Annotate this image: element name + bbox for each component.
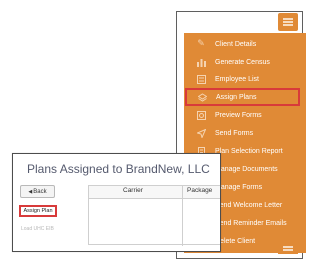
back-button[interactable]: ◀ Back <box>20 185 55 198</box>
menu-item-label: Send Welcome Letter <box>215 201 283 209</box>
menu-item-label: Employee List <box>215 75 259 83</box>
menu-item-label: Manage Forms <box>215 183 263 191</box>
send-icon <box>196 128 206 138</box>
menu-item-label: Preview Forms <box>215 111 262 119</box>
list-icon <box>196 74 206 84</box>
menu-item-generate-census[interactable]: Generate Census <box>184 53 306 71</box>
menu-item-send-forms[interactable]: Send Forms <box>184 124 306 142</box>
menu-item-label: Send Reminder Emails <box>215 219 287 227</box>
hamburger-icon <box>283 17 293 27</box>
menu-item-label: Plan Selection Report <box>215 147 283 155</box>
menu-item-label: Manage Documents <box>215 165 278 173</box>
menu-item-label: Send Forms <box>215 129 254 137</box>
column-header-package[interactable]: Package <box>187 187 212 194</box>
menu-toggle-button[interactable] <box>278 13 298 31</box>
load-eib-link[interactable]: Load UHC EIB <box>21 226 54 232</box>
column-divider <box>182 186 183 246</box>
plans-table: Carrier Package <box>88 185 220 246</box>
plans-panel: Plans Assigned to BrandNew, LLC ◀ Back A… <box>12 153 221 252</box>
page-title: Plans Assigned to BrandNew, LLC <box>27 162 210 176</box>
back-label: Back <box>33 188 47 195</box>
preview-icon <box>196 110 206 120</box>
chevron-left-icon: ◀ <box>28 188 33 195</box>
menu-item-label: Delete Client <box>215 237 256 245</box>
layers-icon <box>197 92 207 102</box>
menu-item-preview-forms[interactable]: Preview Forms <box>184 106 306 124</box>
assign-plan-button[interactable]: Assign Plan <box>19 205 57 217</box>
pencil-icon: ✎ <box>197 39 205 49</box>
column-header-carrier[interactable]: Carrier <box>123 187 143 194</box>
menu-item-employee-list[interactable]: Employee List <box>184 70 306 88</box>
menu-item-assign-plans[interactable]: Assign Plans <box>185 88 300 106</box>
menu-item-label: Generate Census <box>215 58 270 66</box>
menu-item-label: Client Details <box>215 40 257 48</box>
menu-item-label: Assign Plans <box>216 93 257 101</box>
menu-item-client-details[interactable]: ✎ Client Details <box>184 35 306 53</box>
bar-chart-icon <box>196 57 206 67</box>
